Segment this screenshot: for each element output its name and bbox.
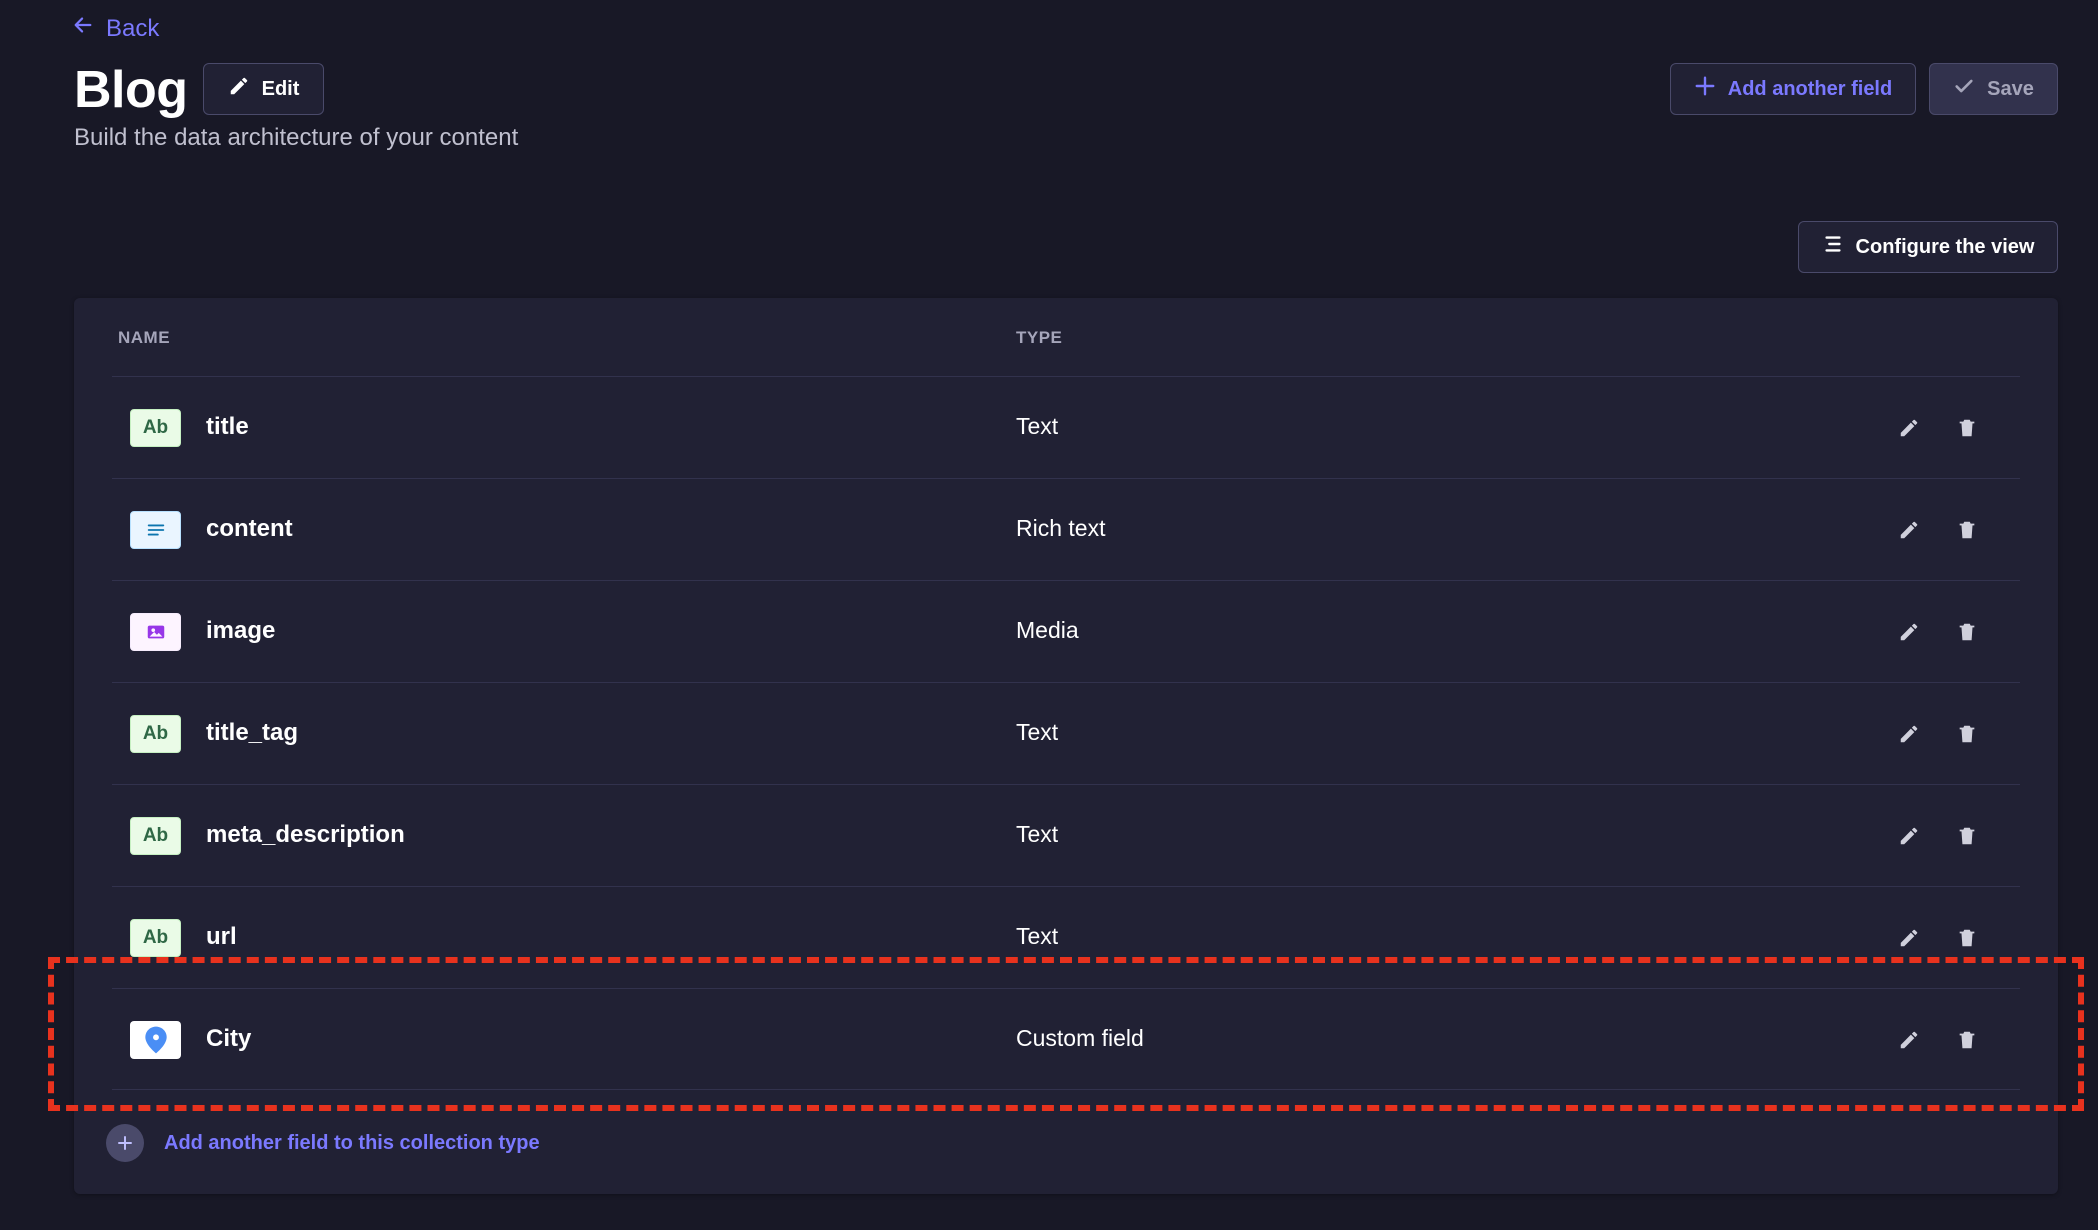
pencil-icon[interactable] bbox=[1892, 1023, 1926, 1057]
text-type-icon: Ab bbox=[130, 409, 181, 447]
field-type: Media bbox=[1016, 617, 1079, 643]
field-type: Text bbox=[1016, 821, 1059, 847]
field-name: image bbox=[206, 617, 276, 644]
table-row: Ab title_tag Text bbox=[112, 682, 2020, 784]
plus-icon bbox=[1694, 75, 1716, 103]
text-type-icon: Ab bbox=[130, 715, 181, 753]
text-type-icon: Ab bbox=[130, 919, 181, 957]
field-type: Text bbox=[1016, 923, 1059, 949]
trash-icon[interactable] bbox=[1950, 411, 1984, 445]
field-name: title_tag bbox=[206, 719, 299, 746]
field-name: City bbox=[206, 1025, 252, 1052]
map-pin-icon bbox=[130, 1021, 181, 1059]
trash-icon[interactable] bbox=[1950, 819, 1984, 853]
pencil-icon bbox=[228, 75, 250, 103]
check-icon bbox=[1953, 75, 1975, 103]
field-type: Text bbox=[1016, 413, 1059, 439]
pencil-icon[interactable] bbox=[1892, 921, 1926, 955]
trash-icon[interactable] bbox=[1950, 513, 1984, 547]
field-type: Text bbox=[1016, 719, 1059, 745]
table-row: Ab title Text bbox=[112, 376, 2020, 478]
table-row: content Rich text bbox=[112, 478, 2020, 580]
media-type-icon bbox=[130, 613, 181, 651]
list-settings-icon bbox=[1822, 233, 1844, 261]
table-row: Ab url Text bbox=[112, 886, 2020, 988]
back-link[interactable]: Back bbox=[72, 14, 159, 43]
column-header-type: TYPE bbox=[1016, 328, 1063, 347]
field-name: title bbox=[206, 413, 249, 440]
plus-circle-icon bbox=[106, 1124, 144, 1162]
add-another-field-label: Add another field bbox=[1727, 77, 1893, 100]
edit-button[interactable]: Edit bbox=[203, 63, 324, 115]
page-subtitle: Build the data architecture of your cont… bbox=[74, 124, 519, 151]
fields-list: Ab title Text content Rich text image Me… bbox=[112, 376, 2020, 1090]
pencil-icon[interactable] bbox=[1892, 411, 1926, 445]
edit-label: Edit bbox=[261, 77, 300, 100]
fields-table-panel: NAME TYPE Ab title Text content Rich tex… bbox=[74, 298, 2058, 1194]
back-label: Back bbox=[106, 14, 160, 42]
trash-icon[interactable] bbox=[1950, 921, 1984, 955]
add-field-to-collection-button[interactable]: Add another field to this collection typ… bbox=[106, 1124, 540, 1162]
table-row: City Custom field bbox=[112, 988, 2020, 1090]
save-label: Save bbox=[1987, 77, 2034, 100]
pencil-icon[interactable] bbox=[1892, 513, 1926, 547]
add-another-field-button[interactable]: Add another field bbox=[1670, 63, 1916, 115]
pencil-icon[interactable] bbox=[1892, 717, 1926, 751]
table-row: image Media bbox=[112, 580, 2020, 682]
field-name: meta_description bbox=[206, 821, 405, 848]
field-type: Rich text bbox=[1016, 515, 1106, 541]
table-header: NAME TYPE bbox=[118, 328, 2014, 376]
field-name: url bbox=[206, 923, 237, 950]
add-field-to-collection-label: Add another field to this collection typ… bbox=[164, 1131, 540, 1154]
trash-icon[interactable] bbox=[1950, 717, 1984, 751]
field-name: content bbox=[206, 515, 293, 542]
page-title: Blog bbox=[74, 61, 188, 119]
arrow-left-icon bbox=[72, 14, 94, 43]
save-button[interactable]: Save bbox=[1929, 63, 2058, 115]
trash-icon[interactable] bbox=[1950, 1023, 1984, 1057]
text-type-icon: Ab bbox=[130, 817, 181, 855]
column-header-name: NAME bbox=[118, 328, 171, 347]
richtext-type-icon bbox=[130, 511, 181, 549]
table-row: Ab meta_description Text bbox=[112, 784, 2020, 886]
trash-icon[interactable] bbox=[1950, 615, 1984, 649]
configure-view-button[interactable]: Configure the view bbox=[1798, 221, 2058, 273]
pencil-icon[interactable] bbox=[1892, 615, 1926, 649]
field-type: Custom field bbox=[1016, 1025, 1144, 1051]
configure-view-label: Configure the view bbox=[1855, 235, 2035, 258]
pencil-icon[interactable] bbox=[1892, 819, 1926, 853]
